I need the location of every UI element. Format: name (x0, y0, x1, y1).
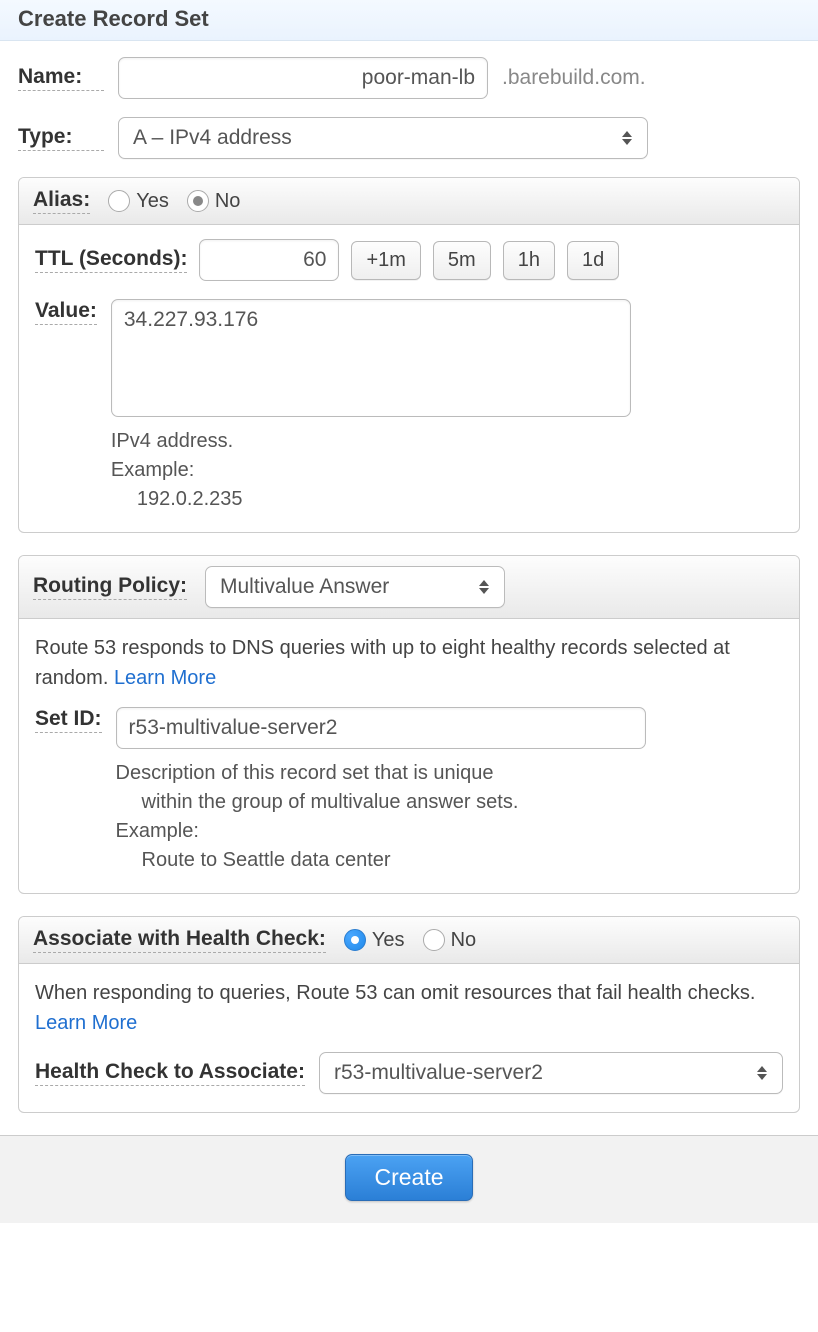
ttl-1d-button[interactable]: 1d (567, 241, 619, 280)
create-record-set-panel: Create Record Set Name: .barebuild.com. … (0, 0, 818, 1223)
hc-assoc-value: r53-multivalue-server2 (334, 1061, 543, 1084)
hc-yes-radio[interactable]: Yes (344, 929, 405, 952)
value-row: Value: IPv4 address. Example: 192.0.2.23… (35, 299, 783, 514)
hc-assoc-row: Health Check to Associate: r53-multivalu… (35, 1052, 783, 1094)
radio-icon (187, 190, 209, 212)
hc-desc: When responding to queries, Route 53 can… (35, 978, 783, 1038)
hc-head: Associate with Health Check: Yes No (19, 917, 799, 964)
routing-head: Routing Policy: Multivalue Answer (19, 556, 799, 619)
create-button[interactable]: Create (345, 1154, 472, 1201)
routing-desc: Route 53 responds to DNS queries with up… (35, 633, 783, 693)
type-select[interactable]: A – IPv4 address (118, 117, 648, 159)
value-textarea[interactable] (111, 299, 631, 417)
value-help-line3: 192.0.2.235 (137, 485, 631, 514)
hc-yes-text: Yes (372, 929, 405, 952)
alias-yes-radio[interactable]: Yes (108, 190, 169, 213)
hc-desc-text: When responding to queries, Route 53 can… (35, 982, 755, 1004)
value-label: Value: (35, 299, 97, 325)
value-help: IPv4 address. Example: 192.0.2.235 (111, 427, 631, 514)
hc-label: Associate with Health Check: (33, 927, 326, 953)
radio-icon (423, 929, 445, 951)
routing-learn-more-link[interactable]: Learn More (114, 667, 216, 689)
value-help-line2: Example: (111, 456, 631, 485)
setid-input[interactable] (116, 707, 646, 749)
setid-help-line2: within the group of multivalue answer se… (142, 788, 646, 817)
chevron-updown-icon (478, 578, 490, 596)
radio-icon (344, 929, 366, 951)
setid-label: Set ID: (35, 707, 102, 733)
alias-label: Alias: (33, 188, 90, 214)
routing-policy-value: Multivalue Answer (220, 575, 389, 598)
setid-row: Set ID: Description of this record set t… (35, 707, 783, 875)
radio-icon (108, 190, 130, 212)
routing-section: Routing Policy: Multivalue Answer Route … (18, 555, 800, 894)
hc-assoc-label: Health Check to Associate: (35, 1060, 305, 1086)
type-row: Type: A – IPv4 address (18, 117, 800, 159)
hc-learn-more-link[interactable]: Learn More (35, 1012, 137, 1034)
alias-yes-text: Yes (136, 190, 169, 213)
ttl-5m-button[interactable]: 5m (433, 241, 491, 280)
alias-no-radio[interactable]: No (187, 190, 241, 213)
setid-help: Description of this record set that is u… (116, 759, 646, 875)
setid-help-line3: Example: (116, 817, 646, 846)
chevron-updown-icon (621, 129, 633, 147)
ttl-1h-button[interactable]: 1h (503, 241, 555, 280)
ttl-row: TTL (Seconds): +1m 5m 1h 1d (35, 239, 783, 281)
chevron-updown-icon (756, 1064, 768, 1082)
health-check-section: Associate with Health Check: Yes No When… (18, 916, 800, 1113)
alias-head: Alias: Yes No (19, 178, 799, 225)
hc-assoc-select[interactable]: r53-multivalue-server2 (319, 1052, 783, 1094)
name-input[interactable] (118, 57, 488, 99)
ttl-label: TTL (Seconds): (35, 247, 187, 273)
footer: Create (0, 1135, 818, 1223)
ttl-plus-1m-button[interactable]: +1m (351, 241, 420, 280)
alias-section: Alias: Yes No TTL (Seconds): +1m 5m 1h (18, 177, 800, 533)
ttl-input[interactable] (199, 239, 339, 281)
panel-title: Create Record Set (0, 0, 818, 41)
routing-label: Routing Policy: (33, 574, 187, 600)
name-label: Name: (18, 65, 104, 91)
domain-suffix: .barebuild.com. (502, 66, 646, 90)
type-select-value: A – IPv4 address (133, 126, 292, 149)
hc-no-radio[interactable]: No (423, 929, 477, 952)
setid-help-line4: Route to Seattle data center (142, 846, 646, 875)
value-help-line1: IPv4 address. (111, 427, 631, 456)
setid-help-line1: Description of this record set that is u… (116, 759, 646, 788)
type-label: Type: (18, 125, 104, 151)
name-row: Name: .barebuild.com. (18, 57, 800, 99)
routing-policy-select[interactable]: Multivalue Answer (205, 566, 505, 608)
hc-no-text: No (451, 929, 477, 952)
alias-no-text: No (215, 190, 241, 213)
